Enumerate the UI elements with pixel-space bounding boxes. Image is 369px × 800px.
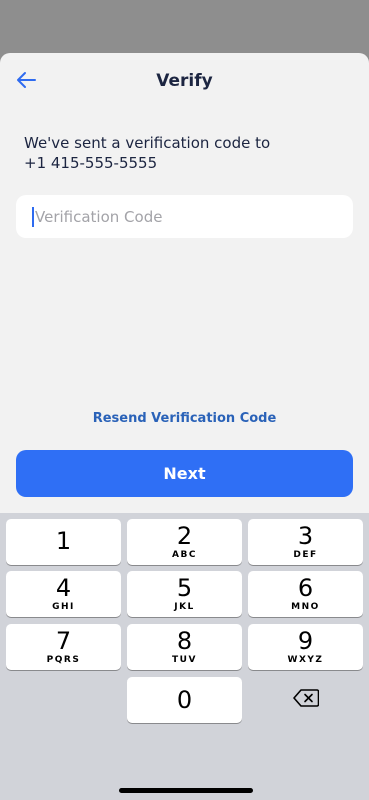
key-letters: TUV xyxy=(172,655,197,665)
key-digit: 5 xyxy=(176,574,193,602)
key-digit: 0 xyxy=(176,686,193,714)
text-cursor xyxy=(32,206,34,227)
verification-code-input[interactable] xyxy=(35,207,335,226)
header: Verify xyxy=(0,53,369,109)
key-letters: ABC xyxy=(172,550,197,560)
key-4[interactable]: 4 GHI xyxy=(6,571,121,617)
key-0[interactable]: 0 xyxy=(127,677,242,723)
message-text: We've sent a verification code to xyxy=(24,134,271,152)
key-letters: GHI xyxy=(52,602,75,612)
key-letters: DEF xyxy=(293,550,318,560)
key-letters: JKL xyxy=(174,602,195,612)
key-digit: 9 xyxy=(297,627,314,655)
key-letters: WXYZ xyxy=(287,655,324,665)
key-2[interactable]: 2 ABC xyxy=(127,519,242,565)
key-9[interactable]: 9 WXYZ xyxy=(248,624,363,670)
key-digit: 8 xyxy=(176,627,193,655)
key-8[interactable]: 8 TUV xyxy=(127,624,242,670)
key-digit: 3 xyxy=(297,522,314,550)
key-digit: 1 xyxy=(55,527,72,555)
next-button[interactable]: Next xyxy=(16,450,353,497)
key-digit: 2 xyxy=(176,522,193,550)
key-3[interactable]: 3 DEF xyxy=(248,519,363,565)
page-title: Verify xyxy=(156,71,213,91)
phone-number: +1 415-555-5555 xyxy=(24,154,158,172)
home-indicator xyxy=(119,788,253,793)
key-7[interactable]: 7 PQRS xyxy=(6,624,121,670)
verification-code-field[interactable] xyxy=(16,195,353,238)
key-5[interactable]: 5 JKL xyxy=(127,571,242,617)
numeric-keyboard: 1 2 ABC 3 DEF 4 GHI 5 JKL 6 MNO 7 PQRS 8… xyxy=(0,513,369,800)
backspace-icon xyxy=(292,689,319,711)
resend-code-link[interactable]: Resend Verification Code xyxy=(0,411,369,426)
key-letters: MNO xyxy=(291,602,320,612)
key-letters: PQRS xyxy=(46,655,81,665)
key-1[interactable]: 1 xyxy=(6,519,121,565)
key-digit: 7 xyxy=(55,627,72,655)
verification-message: We've sent a verification code to +1 415… xyxy=(24,133,344,173)
key-digit: 6 xyxy=(297,574,314,602)
delete-key[interactable] xyxy=(248,677,363,723)
key-6[interactable]: 6 MNO xyxy=(248,571,363,617)
key-digit: 4 xyxy=(55,574,72,602)
